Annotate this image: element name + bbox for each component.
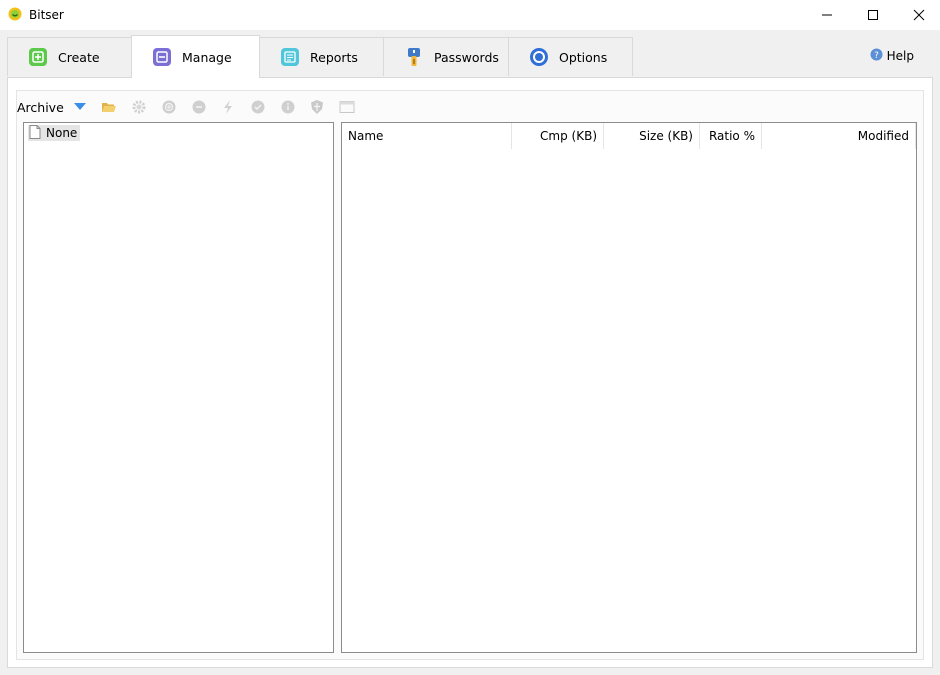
tab-reports[interactable]: Reports [259, 37, 384, 76]
minimize-button[interactable] [804, 0, 850, 30]
shield-icon[interactable] [309, 99, 325, 115]
title-bar: Bitser [0, 0, 940, 30]
column-header-name[interactable]: Name [342, 123, 512, 149]
help-link[interactable]: ? Help [870, 48, 914, 64]
file-list[interactable]: Name Cmp (KB) Size (KB) Ratio % Modified [341, 122, 917, 653]
test-icon[interactable] [250, 99, 266, 115]
list-header: Name Cmp (KB) Size (KB) Ratio % Modified [342, 123, 916, 149]
tab-label: Passwords [434, 49, 499, 65]
tab-label: Manage [182, 49, 232, 65]
archive-tree[interactable]: None [23, 122, 334, 653]
minus-square-icon [152, 47, 172, 67]
archive-label: Archive [17, 99, 64, 115]
tab-passwords[interactable]: Passwords [383, 37, 509, 76]
tab-label: Create [58, 49, 100, 65]
info-icon[interactable] [280, 99, 296, 115]
options-ring-icon [529, 47, 549, 67]
svg-text:?: ? [874, 51, 879, 61]
extract-icon[interactable] [220, 99, 236, 115]
tab-label: Reports [310, 49, 358, 65]
add-icon[interactable] [161, 99, 177, 115]
open-folder-icon[interactable] [101, 99, 117, 115]
tree-item-none[interactable]: None [28, 124, 81, 142]
tab-options[interactable]: Options [508, 37, 633, 76]
tab-label: Options [559, 49, 608, 65]
plus-square-icon [28, 47, 48, 67]
help-icon: ? [870, 48, 883, 64]
app-logo-icon [8, 7, 22, 21]
column-header-cmp[interactable]: Cmp (KB) [512, 123, 604, 149]
key-icon [404, 47, 424, 67]
remove-icon[interactable] [191, 99, 207, 115]
dropdown-arrow-icon[interactable] [72, 99, 88, 115]
archive-toolbar: Archive [17, 97, 369, 117]
tree-item-label: None [46, 126, 78, 140]
settings-gear-icon[interactable] [131, 99, 147, 115]
close-button[interactable] [896, 0, 940, 30]
tab-create[interactable]: Create [7, 37, 132, 76]
report-icon [280, 47, 300, 67]
column-header-ratio[interactable]: Ratio % [700, 123, 762, 149]
maximize-button[interactable] [850, 0, 896, 30]
column-header-modified[interactable]: Modified [762, 123, 916, 149]
document-icon [29, 124, 41, 142]
tab-manage[interactable]: Manage [131, 35, 260, 78]
help-label: Help [886, 49, 914, 63]
window-title: Bitser [29, 8, 64, 22]
column-header-size[interactable]: Size (KB) [604, 123, 700, 149]
main-tabs: Create Manage Reports Passwords Options [0, 30, 940, 78]
window-icon[interactable] [339, 99, 355, 115]
